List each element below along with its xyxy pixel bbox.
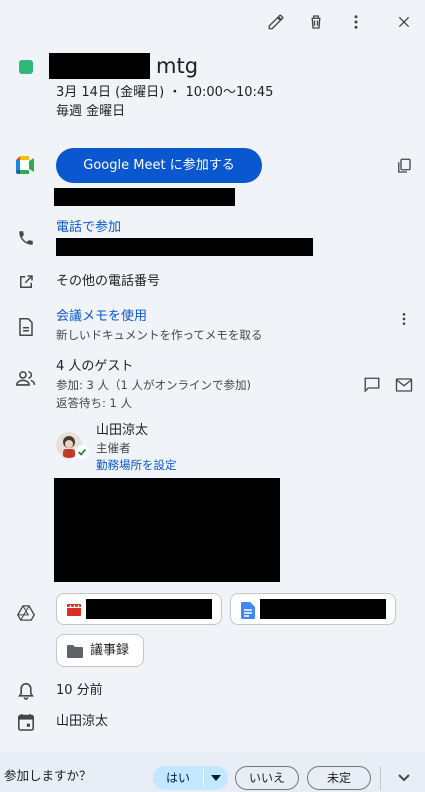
organizer-name: 山田涼太: [96, 423, 149, 438]
meeting-notes-link[interactable]: 会議メモを使用: [56, 308, 147, 326]
people-icon: [14, 366, 38, 390]
email-icon[interactable]: [392, 373, 416, 397]
event-datetime: 3月 14日 (金曜日) ・ 10:00〜10:45: [56, 85, 274, 100]
calendar-icon: [14, 710, 38, 734]
redacted-title: [49, 53, 150, 79]
bell-icon: [14, 679, 38, 703]
rsvp-maybe-button[interactable]: 未定: [307, 766, 371, 790]
attachment-video-chip[interactable]: [56, 593, 222, 625]
document-icon: [14, 315, 38, 339]
meeting-notes-subtitle: 新しいドキュメントを作ってメモを取る: [56, 328, 263, 342]
redacted-attachment-name: [86, 599, 212, 619]
folder-icon: [66, 643, 84, 659]
video-file-icon: [65, 601, 83, 619]
google-meet-icon: [15, 154, 37, 176]
folder-label: 議事録: [90, 643, 130, 658]
guest-count: 4 人のゲスト: [56, 359, 134, 374]
event-title-suffix: mtg: [156, 54, 199, 78]
open-in-new-icon: [14, 270, 38, 294]
guest-pending: 返答待ち: 1 人: [56, 396, 133, 410]
edit-icon[interactable]: [264, 10, 288, 34]
rsvp-yes-group: はい: [153, 766, 228, 790]
phone-icon: [14, 226, 38, 250]
chat-icon[interactable]: [360, 373, 384, 397]
delete-icon[interactable]: [304, 10, 328, 34]
rsvp-no-button[interactable]: いいえ: [235, 766, 299, 790]
rsvp-dropdown-icon[interactable]: [204, 766, 228, 790]
join-by-phone-link[interactable]: 電話で参加: [56, 219, 121, 237]
reminder-label: 10 分前: [56, 683, 103, 698]
organizer-role: 主催者: [96, 441, 131, 455]
redacted-guest-list: [54, 478, 280, 582]
rsvp-question: 参加しますか？: [4, 768, 92, 783]
notes-more-icon[interactable]: [392, 307, 416, 331]
attachment-doc-chip[interactable]: [230, 593, 396, 625]
guest-attending: 参加: 3 人（1 人がオンラインで参加): [56, 378, 251, 392]
set-work-location-link[interactable]: 勤務場所を設定: [96, 457, 177, 474]
copy-icon[interactable]: [392, 154, 416, 178]
event-recurrence: 毎週 金曜日: [56, 104, 126, 119]
close-icon[interactable]: [392, 10, 416, 34]
more-phone-numbers-link[interactable]: その他の電話番号: [56, 273, 160, 291]
folder-chip[interactable]: 議事録: [56, 634, 144, 667]
event-color-dot: [19, 60, 33, 74]
accepted-check-icon: [75, 445, 89, 459]
expand-more-icon[interactable]: [392, 766, 416, 790]
google-docs-icon: [239, 601, 257, 619]
redacted-meet-link: [54, 188, 235, 206]
redacted-attachment-name-2: [260, 599, 386, 619]
rsvp-yes-button[interactable]: はい: [153, 766, 203, 790]
drive-icon: [14, 601, 38, 625]
redacted-phone-number: [56, 238, 313, 256]
more-vert-icon[interactable]: [344, 10, 368, 34]
calendar-owner: 山田涼太: [56, 714, 109, 729]
join-meet-button[interactable]: Google Meet に参加する: [56, 148, 262, 183]
